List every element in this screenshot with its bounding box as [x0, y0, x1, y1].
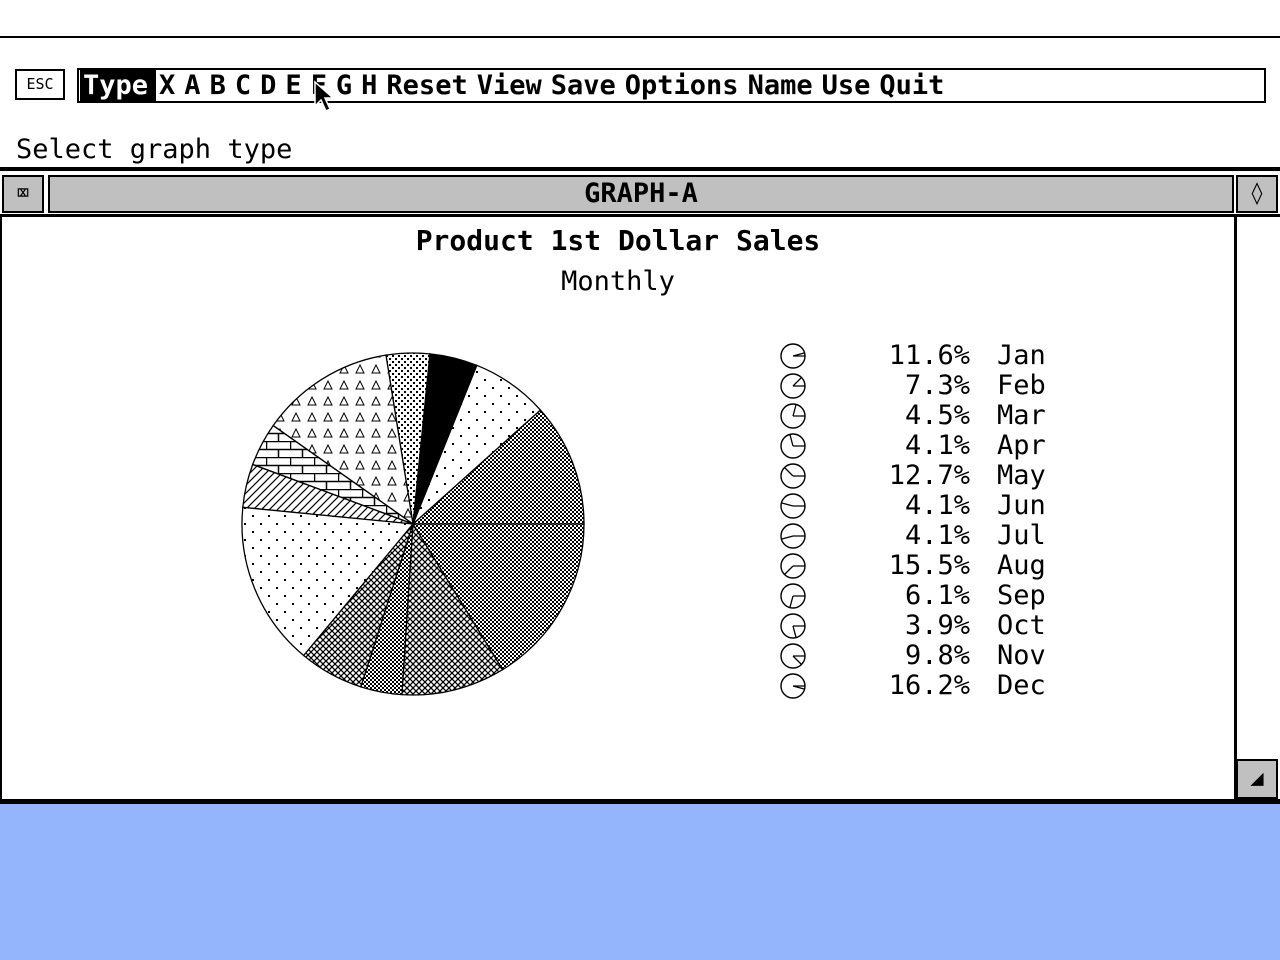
legend-month: Oct	[997, 610, 1046, 641]
menu-item-use[interactable]: Use	[822, 70, 880, 101]
menu-item-g[interactable]: G	[336, 70, 361, 101]
chart-legend: 11.6% Jan 7.3% Feb 4.5% Mar 4.1% Apr 12.7% May 4.1…	[780, 340, 1046, 701]
legend-month: Jun	[997, 490, 1046, 521]
legend-month: May	[997, 460, 1046, 491]
menu-item-options[interactable]: Options	[625, 70, 748, 101]
legend-month: Nov	[997, 640, 1046, 671]
legend-month: Apr	[997, 430, 1046, 461]
menu-item-view[interactable]: View	[477, 70, 551, 101]
legend-month: Feb	[997, 370, 1046, 401]
menu-item-e[interactable]: E	[285, 70, 310, 101]
legend-percent: 4.5%	[905, 400, 970, 431]
menu-item-quit[interactable]: Quit	[879, 70, 953, 101]
esc-button[interactable]: ESC	[15, 69, 65, 100]
menu-item-b[interactable]: B	[210, 70, 235, 101]
legend-pie-icon	[780, 643, 806, 669]
legend-percent: 9.8%	[905, 640, 970, 671]
legend-pie-icon	[780, 493, 806, 519]
legend-percent: 7.3%	[905, 370, 970, 401]
window-titlebar: ⌧ GRAPH-A ◊	[0, 171, 1280, 217]
legend-month: Mar	[997, 400, 1046, 431]
desktop-background	[0, 804, 1280, 960]
resize-box-icon[interactable]: ◢	[1236, 759, 1278, 799]
chart-title: Product 1st Dollar Sales	[416, 224, 821, 257]
legend-pie-icon	[780, 343, 806, 369]
menu-item-a[interactable]: A	[184, 70, 209, 101]
mouse-pointer-icon	[314, 80, 335, 113]
legend-percent: 3.9%	[905, 610, 970, 641]
chart-subtitle: Monthly	[561, 266, 675, 297]
legend-pie-icon	[780, 433, 806, 459]
legend-percent: 4.1%	[905, 490, 970, 521]
legend-percent: 6.1%	[905, 580, 970, 611]
graph-window: ⌧ GRAPH-A ◊ Product 1st Dollar Sales Mon…	[0, 167, 1280, 804]
legend-percent: 15.5%	[889, 550, 970, 581]
legend-month: Jul	[997, 520, 1046, 551]
menu-item-c[interactable]: C	[235, 70, 260, 101]
legend-percent: 11.6%	[889, 340, 970, 371]
menu-item-reset[interactable]: Reset	[386, 70, 476, 101]
legend-percent: 4.1%	[905, 520, 970, 551]
legend-month: Jan	[997, 340, 1046, 371]
menu-item-type[interactable]: Type	[80, 70, 157, 101]
close-box-icon[interactable]: ⌧	[2, 175, 44, 213]
menu-item-save[interactable]: Save	[551, 70, 625, 101]
menu-item-x[interactable]: X	[159, 70, 184, 101]
legend-pie-icon	[780, 583, 806, 609]
legend-month: Aug	[997, 550, 1046, 581]
menu-item-h[interactable]: H	[361, 70, 386, 101]
vertical-scrollbar[interactable]	[1234, 217, 1280, 799]
pie-chart: Product 1st Dollar Sales Monthly 11.6% Ja…	[241, 224, 1046, 701]
legend-pie-icon	[780, 523, 806, 549]
legend-percent: 12.7%	[889, 460, 970, 491]
command-menu-bar: TypeXABCDEFGHResetViewSaveOptionsNameUse…	[77, 68, 1266, 103]
menu-item-d[interactable]: D	[260, 70, 285, 101]
screen-top-rule	[0, 36, 1280, 38]
legend-month: Sep	[997, 580, 1046, 611]
legend-pie-icon	[780, 673, 806, 699]
legend-month: Dec	[997, 670, 1046, 701]
full-box-icon[interactable]: ◊	[1236, 175, 1278, 213]
legend-pie-icon	[780, 553, 806, 579]
legend-percent: 16.2%	[889, 670, 970, 701]
chart-area: Product 1st Dollar Sales Monthly 11.6% Ja…	[2, 217, 1234, 799]
window-title[interactable]: GRAPH-A	[48, 175, 1234, 213]
menu-item-name[interactable]: Name	[748, 70, 822, 101]
legend-pie-icon	[780, 373, 806, 399]
legend-percent: 4.1%	[905, 430, 970, 461]
legend-pie-icon	[780, 463, 806, 489]
legend-pie-icon	[780, 403, 806, 429]
pie-slices	[241, 352, 585, 696]
status-prompt: Select graph type	[16, 134, 293, 165]
legend-pie-icon	[780, 613, 806, 639]
